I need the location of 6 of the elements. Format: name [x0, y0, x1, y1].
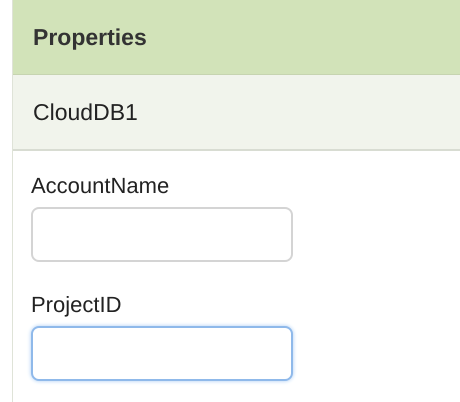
component-name: CloudDB1 [33, 98, 138, 126]
property-label: ProjectID [31, 292, 122, 318]
panel-title: Properties [33, 24, 147, 50]
property-label: AccountName [31, 173, 170, 199]
text-field[interactable] [31, 326, 293, 381]
text-field[interactable] [31, 207, 293, 262]
